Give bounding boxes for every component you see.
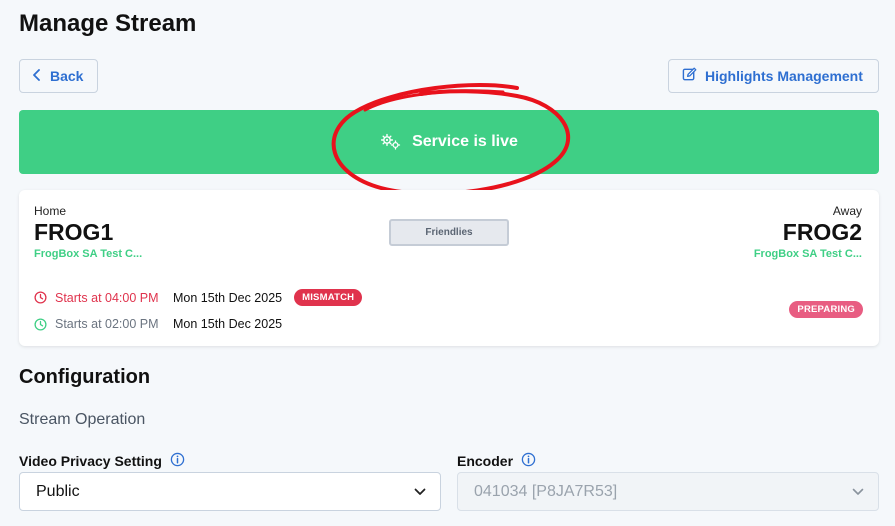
gears-icon <box>380 133 402 151</box>
competition-badge: Friendlies <box>389 219 509 246</box>
back-button-label: Back <box>50 68 84 84</box>
chevron-down-icon <box>414 483 426 501</box>
scheduled-start-time: Starts at 04:00 PM <box>55 290 159 305</box>
home-label: Home <box>34 204 67 218</box>
actual-start-time: Starts at 02:00 PM <box>55 317 159 331</box>
clock-icon <box>34 291 47 304</box>
away-team-name: FROG2 <box>782 219 862 245</box>
video-privacy-label: Video Privacy Setting <box>19 452 185 470</box>
home-team-club: FrogBox SA Test C... <box>34 248 143 260</box>
video-privacy-select[interactable]: Public <box>19 472 441 511</box>
encoder-value: 041034 [P8JA7R53] <box>474 482 618 500</box>
highlights-management-label: Highlights Management <box>705 68 863 84</box>
encoder-label: Encoder <box>457 452 536 470</box>
encoder-select[interactable]: 041034 [P8JA7R53] <box>457 472 879 511</box>
mismatch-badge: MISMATCH <box>294 289 363 306</box>
info-icon[interactable] <box>170 452 185 470</box>
scheduled-date: Mon 15th Dec 2025 <box>173 290 283 305</box>
clock-icon <box>34 317 47 331</box>
away-label: Away <box>832 204 862 218</box>
chevron-left-icon <box>32 68 42 84</box>
highlights-management-button[interactable]: Highlights Management <box>668 59 879 93</box>
service-status-banner: Service is live <box>19 110 879 174</box>
home-team-name: FROG1 <box>34 219 114 245</box>
info-icon[interactable] <box>521 452 536 470</box>
actual-time-row: Starts at 02:00 PM Mon 15th Dec 2025 <box>34 317 294 331</box>
back-button[interactable]: Back <box>19 59 98 93</box>
edit-icon <box>682 67 697 85</box>
status-badge: PREPARING <box>789 301 863 318</box>
match-card: Home FROG1 FrogBox SA Test C... Friendli… <box>19 190 879 346</box>
actual-date: Mon 15th Dec 2025 <box>173 317 283 331</box>
service-status-text: Service is live <box>412 133 518 150</box>
video-privacy-value: Public <box>36 482 80 500</box>
stream-operation-subtitle: Stream Operation <box>19 411 146 428</box>
chevron-down-icon <box>852 483 864 501</box>
away-team-club: FrogBox SA Test C... <box>753 248 862 260</box>
page-title: Manage Stream <box>19 10 197 37</box>
scheduled-time-row: Starts at 04:00 PM Mon 15th Dec 2025 MIS… <box>34 289 363 306</box>
configuration-title: Configuration <box>19 366 151 388</box>
